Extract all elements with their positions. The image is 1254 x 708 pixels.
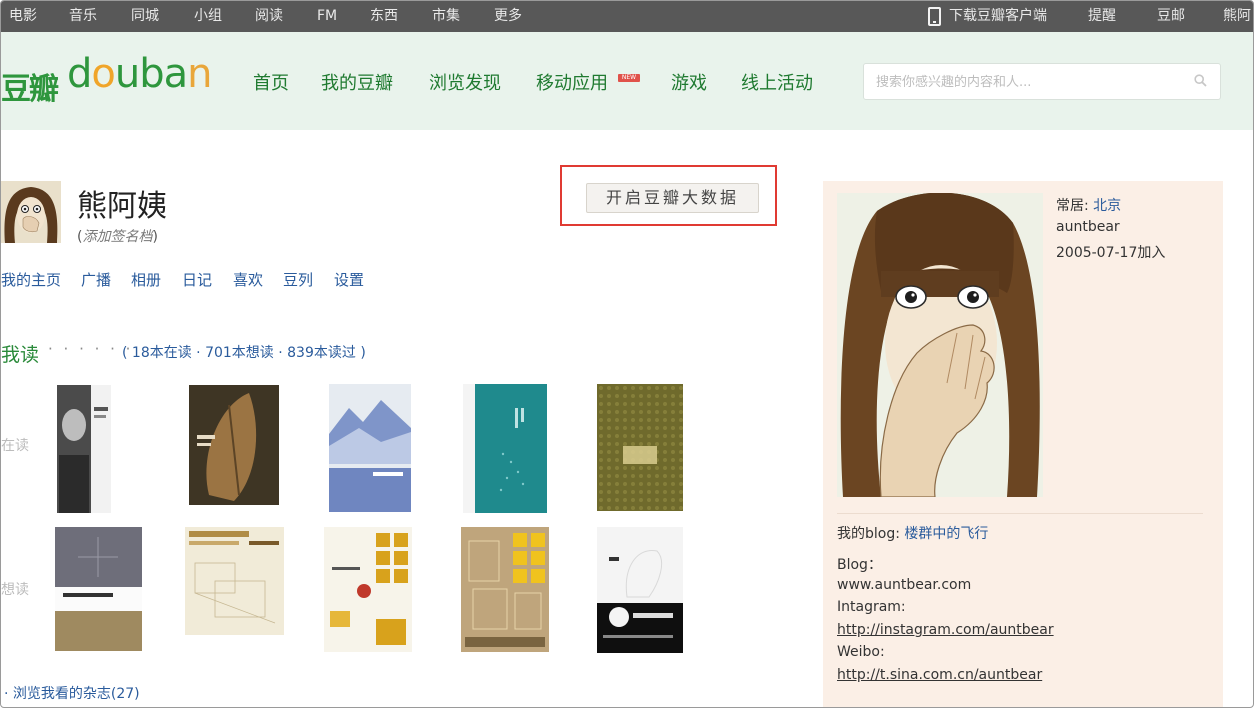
tab-broadcast[interactable]: 广播: [81, 269, 111, 290]
topbar-more-link[interactable]: 更多: [494, 1, 522, 32]
topbar-movie-link[interactable]: 电影: [9, 1, 37, 32]
blog-heading: Blog：: [837, 557, 882, 573]
nav-explore[interactable]: 浏览发现: [429, 73, 501, 95]
logo-letter: u: [114, 51, 140, 97]
book-cover[interactable]: [185, 527, 284, 635]
book-cover[interactable]: [189, 385, 279, 505]
search-box: [863, 63, 1221, 101]
section-dots: · · · · · ·: [48, 340, 134, 358]
book-cover[interactable]: [463, 384, 547, 513]
signature-close-paren: ): [152, 229, 158, 245]
tab-likes[interactable]: 喜欢: [233, 269, 263, 290]
tab-doulists[interactable]: 豆列: [283, 269, 313, 290]
logo-letter: b: [139, 51, 164, 97]
user-menu-link[interactable]: 熊阿: [1223, 1, 1251, 32]
logo-english-text: douban: [67, 51, 213, 97]
profile-photo: [837, 193, 1043, 497]
search-icon[interactable]: [1194, 74, 1207, 87]
topbar-read-link[interactable]: 阅读: [255, 1, 283, 32]
mail-link[interactable]: 豆邮: [1157, 1, 1185, 32]
book-cover[interactable]: [329, 384, 411, 512]
divider: [837, 513, 1203, 514]
nav-my-douban[interactable]: 我的豆瓣: [321, 73, 393, 95]
logo-letter: n: [187, 51, 212, 97]
nav-home[interactable]: 首页: [253, 73, 289, 95]
blog-link[interactable]: 楼群中的飞行: [904, 526, 988, 542]
tab-diary[interactable]: 日记: [182, 269, 212, 290]
weibo-url-link[interactable]: http://t.sina.com.cn/auntbear: [837, 667, 1042, 683]
topbar-things-link[interactable]: 东西: [370, 1, 398, 32]
profile-name: 熊阿姨: [77, 189, 167, 224]
tab-albums[interactable]: 相册: [131, 269, 161, 290]
topbar-local-link[interactable]: 同城: [131, 1, 159, 32]
book-cover[interactable]: [461, 527, 549, 652]
residence-link[interactable]: 北京: [1093, 198, 1121, 214]
search-input[interactable]: [876, 64, 1176, 101]
new-badge: NEW: [618, 74, 640, 82]
blog-line: 我的blog: 楼群中的飞行: [837, 523, 988, 543]
tab-settings[interactable]: 设置: [334, 269, 364, 290]
blog-url-link[interactable]: www.auntbear.com: [837, 577, 971, 593]
browser-frame: 电影 音乐 同城 小组 阅读 FM 东西 市集 更多 下载豆瓣客户端 提醒 豆邮…: [0, 0, 1254, 708]
topbar-fm-link[interactable]: FM: [317, 1, 337, 32]
book-cover[interactable]: [57, 385, 111, 513]
join-date: 2005-07-17加入: [1056, 245, 1166, 261]
want-row-label: 想读: [1, 582, 29, 598]
book-cover[interactable]: [324, 527, 412, 652]
enable-big-data-button[interactable]: 开启豆瓣大数据: [586, 183, 759, 213]
download-app-link[interactable]: 下载豆瓣客户端: [949, 1, 1047, 32]
nav-online-events[interactable]: 线上活动: [741, 73, 813, 95]
topbar-market-link[interactable]: 市集: [432, 1, 460, 32]
signature-line: (添加签名档): [77, 226, 158, 246]
tab-my-home[interactable]: 我的主页: [1, 269, 61, 290]
add-signature-link[interactable]: 添加签名档: [82, 229, 152, 245]
reading-counts-link[interactable]: ( 18本在读 · 701本想读 · 839本读过 ): [122, 342, 366, 362]
reading-row-label: 在读: [1, 438, 29, 454]
logo-letter: d: [67, 51, 92, 97]
top-bar: 电影 音乐 同城 小组 阅读 FM 东西 市集 更多 下载豆瓣客户端 提醒 豆邮…: [1, 1, 1253, 32]
topbar-music-link[interactable]: 音乐: [69, 1, 97, 32]
book-cover[interactable]: [55, 527, 142, 651]
weibo-heading: Weibo:: [837, 644, 885, 660]
mobile-phone-icon: [928, 7, 941, 26]
logo-letter: a: [163, 51, 188, 97]
reading-section-title: 我读: [1, 344, 40, 366]
logo-chinese-text: 豆瓣: [1, 72, 59, 107]
residence-line: 常居: 北京: [1056, 195, 1121, 215]
reminder-link[interactable]: 提醒: [1088, 1, 1116, 32]
username: auntbear: [1056, 219, 1120, 235]
nav-games[interactable]: 游戏: [671, 73, 707, 95]
browse-magazines-link[interactable]: · 浏览我看的杂志(27): [4, 683, 140, 703]
residence-label: 常居:: [1056, 198, 1094, 214]
instagram-url-link[interactable]: http://instagram.com/auntbear: [837, 622, 1054, 638]
topbar-groups-link[interactable]: 小组: [194, 1, 222, 32]
logo-letter: o: [91, 51, 116, 97]
avatar[interactable]: [1, 181, 61, 243]
nav-mobile-apps[interactable]: 移动应用: [536, 73, 608, 95]
book-cover[interactable]: [597, 384, 683, 511]
book-cover[interactable]: [597, 527, 683, 653]
instagram-heading: Intagram:: [837, 599, 906, 615]
blog-label: 我的blog:: [837, 526, 905, 542]
